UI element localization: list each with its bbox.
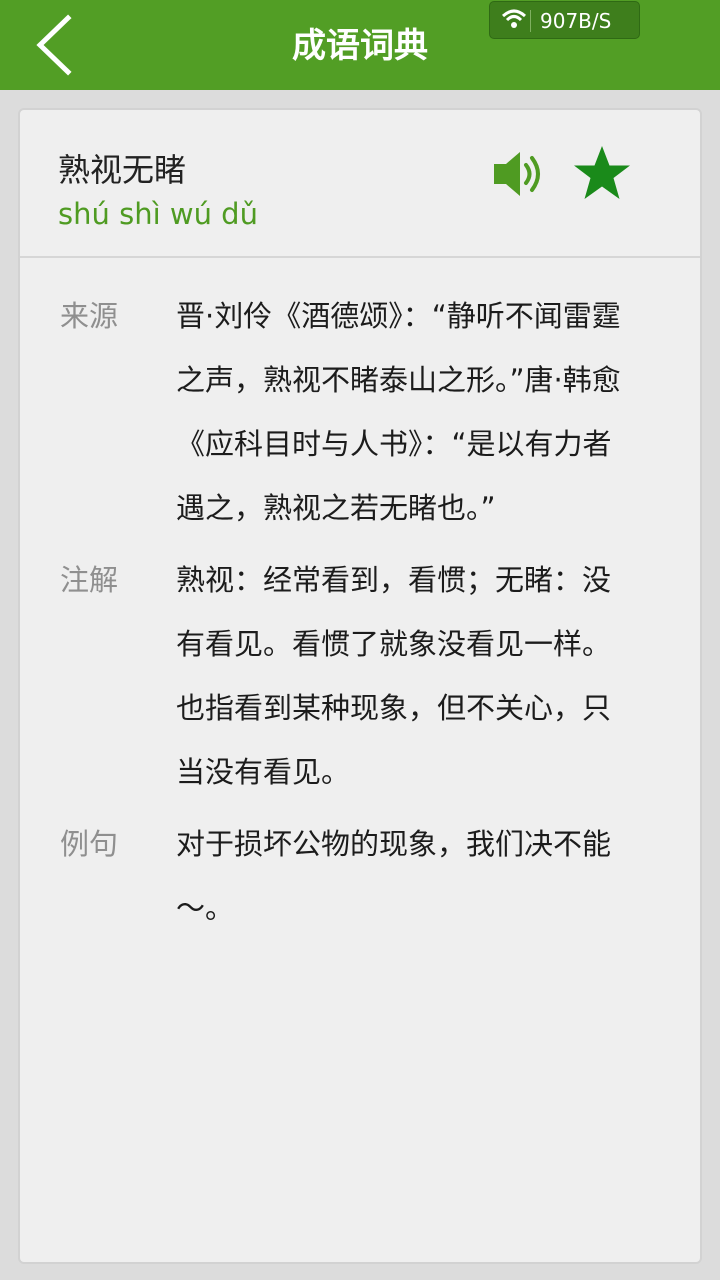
annotation-line: 有看见。看惯了就象没看见一样。 — [176, 627, 612, 661]
header-divider — [20, 256, 700, 258]
example-line: 对于损坏公物的现象，我们决不能 — [176, 827, 612, 861]
idiom-word: 熟视无睹 — [58, 151, 187, 189]
app-header: 成语词典 907B/S — [0, 0, 720, 90]
favorite-button[interactable] — [570, 142, 634, 204]
example-label: 例句 — [60, 827, 119, 861]
network-speed-text: 907B/S — [540, 9, 612, 33]
source-line: 晋·刘伶《酒德颂》：“静听不闻雷霆 — [176, 299, 621, 333]
wifi-icon — [501, 9, 527, 28]
annotation-line: 也指看到某种现象，但不关心，只 — [176, 691, 612, 725]
idiom-card: 熟视无睹 shú shì wú dǔ 来源 晋·刘伶《酒德颂》：“静听不闻雷霆 … — [18, 108, 702, 1264]
network-speed-badge: 907B/S — [489, 1, 640, 39]
annotation-line: 熟视：经常看到，看惯；无睹：没 — [176, 563, 612, 597]
idiom-pinyin: shú shì wú dǔ — [58, 197, 258, 231]
speaker-icon — [494, 152, 540, 196]
source-line: 之声，熟视不睹泰山之形。”唐·韩愈 — [176, 363, 621, 397]
annotation-label: 注解 — [60, 563, 119, 597]
source-line: 遇之，熟视之若无睹也。” — [176, 491, 496, 525]
source-label: 来源 — [60, 299, 119, 333]
example-text: 对于损坏公物的现象，我们决不能 ～。 — [176, 812, 666, 940]
annotation-text: 熟视：经常看到，看惯；无睹：没 有看见。看惯了就象没看见一样。 也指看到某种现象… — [176, 548, 666, 804]
badge-separator — [530, 10, 531, 32]
source-line: 《应科目时与人书》：“是以有力者 — [176, 427, 612, 461]
star-icon — [574, 146, 630, 199]
annotation-line: 当没有看见。 — [176, 755, 351, 789]
example-line: ～。 — [176, 891, 235, 925]
source-text: 晋·刘伶《酒德颂》：“静听不闻雷霆 之声，熟视不睹泰山之形。”唐·韩愈 《应科目… — [176, 284, 666, 540]
pronounce-button[interactable] — [490, 146, 550, 202]
